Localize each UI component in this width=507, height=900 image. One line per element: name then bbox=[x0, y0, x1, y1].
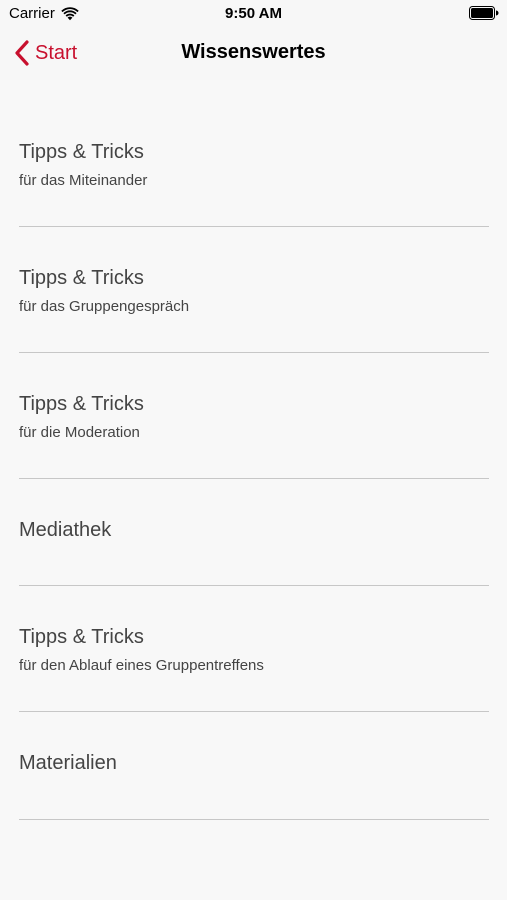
divider bbox=[19, 819, 489, 820]
screen: Carrier 9:50 AM Start Wissenswertes Tipp… bbox=[0, 0, 507, 900]
list-item-title: Tipps & Tricks bbox=[19, 267, 144, 289]
status-bar: Carrier 9:50 AM bbox=[0, 0, 507, 28]
list-item-title: Tipps & Tricks bbox=[19, 141, 144, 163]
list-item-tipps-miteinander[interactable]: Tipps & Tricks für das Miteinander bbox=[19, 80, 489, 227]
battery-icon bbox=[469, 6, 499, 20]
list-item-tipps-gruppengespraech[interactable]: Tipps & Tricks für das Gruppengespräch bbox=[19, 227, 489, 353]
list-item-subtitle: für das Miteinander bbox=[19, 172, 148, 189]
page-title: Wissenswertes bbox=[181, 41, 326, 63]
list-item-subtitle: für den Ablauf eines Gruppentreffens bbox=[19, 657, 264, 674]
list-item-materialien[interactable]: Materialien bbox=[19, 712, 489, 820]
navigation-bar: Start Wissenswertes bbox=[0, 28, 507, 80]
list-item-subtitle: für die Moderation bbox=[19, 424, 140, 441]
status-time: 9:50 AM bbox=[225, 5, 282, 22]
list-item-title: Materialien bbox=[19, 752, 117, 774]
list-item-mediathek[interactable]: Mediathek bbox=[19, 479, 489, 586]
list-item-title: Tipps & Tricks bbox=[19, 393, 144, 415]
list-item-title: Tipps & Tricks bbox=[19, 626, 144, 648]
list-item-title: Mediathek bbox=[19, 519, 112, 541]
list-item-tipps-moderation[interactable]: Tipps & Tricks für die Moderation bbox=[19, 353, 489, 479]
list-item-subtitle: für das Gruppengespräch bbox=[19, 298, 190, 315]
list-item-tipps-ablauf[interactable]: Tipps & Tricks für den Ablauf eines Grup… bbox=[19, 586, 489, 712]
